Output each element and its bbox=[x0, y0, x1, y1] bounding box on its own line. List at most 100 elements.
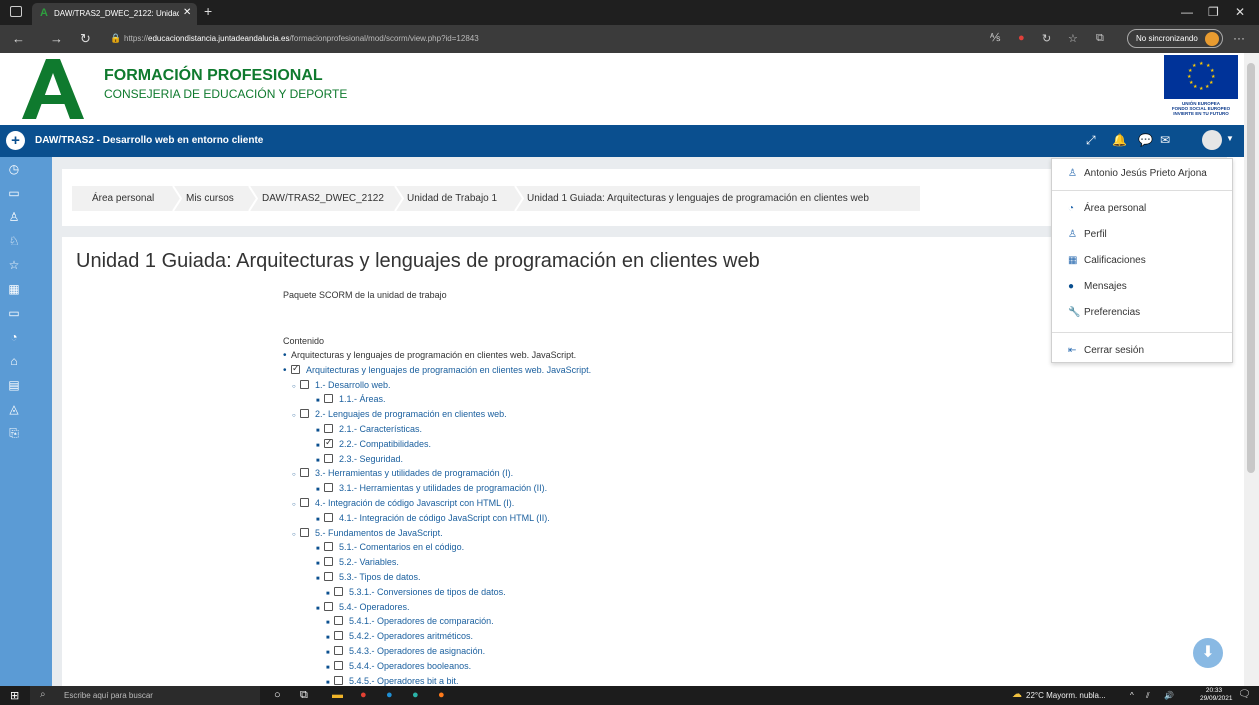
course-title-link[interactable]: DAW/TRAS2 - Desarrollo web en entorno cl… bbox=[35, 135, 263, 146]
reload-icon[interactable]: ↻ bbox=[80, 31, 91, 47]
windows-start-icon[interactable]: ⊞ bbox=[10, 689, 19, 702]
weather-text[interactable]: 22°C Mayorm. nubla... bbox=[1026, 691, 1106, 700]
volume-icon[interactable]: 🔊 bbox=[1164, 691, 1174, 700]
toc-item-label[interactable]: 5.2.- Variables. bbox=[339, 557, 399, 567]
toc-item-label[interactable]: 5.4.5.- Operadores bit a bit. bbox=[349, 676, 459, 686]
home-icon[interactable]: ⌂ bbox=[7, 354, 21, 368]
taskbar-search-input[interactable]: ⌕ Escribe aquí para buscar bbox=[30, 686, 260, 705]
close-tab-icon[interactable]: ✕ bbox=[183, 7, 191, 18]
toc-item-label[interactable]: 5.1.- Comentarios en el código. bbox=[339, 542, 464, 552]
close-window-icon[interactable]: ✕ bbox=[1235, 5, 1245, 19]
favorites-icon[interactable]: ☆ bbox=[1068, 32, 1078, 45]
files-icon[interactable]: ⎘ bbox=[7, 426, 21, 440]
collections-icon[interactable]: ⧉ bbox=[1096, 32, 1104, 45]
chrome-icon[interactable]: ● bbox=[360, 689, 367, 701]
scrollbar-thumb[interactable] bbox=[1247, 63, 1255, 473]
toc-item[interactable]: ■ 5.1.- Comentarios en el código. bbox=[316, 541, 464, 555]
page-scrollbar[interactable] bbox=[1244, 53, 1259, 686]
scroll-down-button[interactable]: ⬇ bbox=[1193, 638, 1223, 668]
toc-item[interactable]: ■ 1.1.- Áreas. bbox=[316, 393, 386, 407]
menu-item-calificaciones[interactable]: ▦ Calificaciones bbox=[1068, 255, 1146, 266]
toc-item-label[interactable]: 2.3.- Seguridad. bbox=[339, 454, 403, 464]
drawer-toggle-button[interactable]: + bbox=[6, 131, 25, 150]
user-avatar[interactable] bbox=[1202, 130, 1222, 150]
badges-icon[interactable]: ☆ bbox=[7, 258, 21, 272]
menu-item-perfil[interactable]: ♙ Perfil bbox=[1068, 229, 1107, 240]
menu-item-preferencias[interactable]: 🔧 Preferencias bbox=[1068, 307, 1140, 318]
toc-item-label[interactable]: 4.1.- Integración de código JavaScript c… bbox=[339, 513, 550, 523]
notifications-icon[interactable]: 🔔 bbox=[1112, 133, 1127, 147]
toc-item-label[interactable]: 5.3.1.- Conversiones de tipos de datos. bbox=[349, 587, 506, 597]
firefox-icon[interactable]: ● bbox=[438, 689, 445, 701]
toc-item[interactable]: ■ 5.2.- Variables. bbox=[316, 556, 399, 570]
fullscreen-icon[interactable]: ⤢ bbox=[1086, 133, 1096, 148]
breadcrumb-mis-cursos[interactable]: Mis cursos bbox=[186, 193, 234, 204]
restore-icon[interactable]: ❐ bbox=[1208, 5, 1219, 19]
toc-item-label[interactable]: 2.1.- Características. bbox=[339, 424, 422, 434]
url-input[interactable]: 🔒 https://educaciondistancia.juntadeanda… bbox=[110, 30, 980, 48]
toc-item[interactable]: ○ 5.- Fundamentos de JavaScript. bbox=[292, 527, 443, 541]
menu-user-name[interactable]: ♙ Antonio Jesús Prieto Arjona bbox=[1068, 168, 1207, 179]
workspaces-icon[interactable] bbox=[10, 6, 22, 17]
messages-icon[interactable]: ✉ bbox=[1160, 133, 1170, 147]
toc-item-label[interactable]: 5.4.- Operadores. bbox=[339, 602, 410, 612]
back-icon[interactable]: ← bbox=[12, 31, 25, 46]
taskbar-clock[interactable]: 20:33 29/09/2021 bbox=[1200, 687, 1233, 703]
new-tab-icon[interactable]: + bbox=[204, 3, 212, 19]
toc-item[interactable]: ■ 5.3.1.- Conversiones de tipos de datos. bbox=[326, 586, 506, 600]
edge-icon[interactable]: ● bbox=[412, 689, 419, 701]
breadcrumb-course[interactable]: DAW/TRAS2_DWEC_2122 bbox=[262, 193, 384, 204]
toc-item-label[interactable]: 5.4.1.- Operadores de comparación. bbox=[349, 616, 494, 626]
junta-logo[interactable] bbox=[22, 59, 84, 119]
notification-center-icon[interactable]: 🗨 bbox=[1238, 689, 1251, 700]
more-menu-icon[interactable]: ··· bbox=[1233, 31, 1245, 45]
read-aloud-icon[interactable]: ⅍ bbox=[990, 32, 1000, 44]
toc-item-label[interactable]: 3.1.- Herramientas y utilidades de progr… bbox=[339, 483, 547, 493]
toc-item[interactable]: ■ 5.4.- Operadores. bbox=[316, 601, 410, 615]
toc-item[interactable]: ■ 2.3.- Seguridad. bbox=[316, 453, 403, 467]
chat-icon[interactable]: 💬 bbox=[1138, 133, 1153, 147]
toc-item[interactable]: ■ 5.4.1.- Operadores de comparación. bbox=[326, 615, 494, 629]
toc-item[interactable]: ■ 5.4.3.- Operadores de asignación. bbox=[326, 645, 485, 659]
toc-item[interactable]: ■ 5.4.4.- Operadores booleanos. bbox=[326, 660, 471, 674]
recent-icon[interactable]: ◷ bbox=[7, 162, 21, 176]
toc-item[interactable]: ■ 2.2.- Compatibilidades. bbox=[316, 436, 431, 452]
browser-tab[interactable]: A DAW/TRAS2_DWEC_2122: Unidad 1 Guiada: … bbox=[32, 3, 197, 25]
folder-icon[interactable]: ▭ bbox=[7, 186, 21, 200]
sync-status-button[interactable]: No sincronizando bbox=[1127, 29, 1223, 48]
groups-icon[interactable]: ♘ bbox=[7, 234, 21, 248]
toc-item-label[interactable]: 1.1.- Áreas. bbox=[339, 394, 386, 404]
toc-item-label[interactable]: 5.4.2.- Operadores aritméticos. bbox=[349, 631, 473, 641]
toc-item-label[interactable]: 5.4.4.- Operadores booleanos. bbox=[349, 661, 471, 671]
toc-item-label[interactable]: 2.- Lenguajes de programación en cliente… bbox=[315, 409, 507, 419]
forward-icon[interactable]: → bbox=[50, 31, 63, 46]
refresh-extension-icon[interactable]: ↻ bbox=[1042, 32, 1051, 45]
toc-item[interactable]: ○ 2.- Lenguajes de programación en client… bbox=[292, 408, 507, 422]
breadcrumb-unit[interactable]: Unidad de Trabajo 1 bbox=[407, 193, 497, 204]
calendar-icon[interactable]: ▤ bbox=[7, 378, 21, 392]
toc-item-label[interactable]: 5.- Fundamentos de JavaScript. bbox=[315, 528, 443, 538]
toc-item-label[interactable]: 5.3.- Tipos de datos. bbox=[339, 572, 421, 582]
minimize-icon[interactable]: — bbox=[1181, 5, 1193, 19]
network-icon[interactable]: ⫽ bbox=[1146, 691, 1150, 701]
courses-icon[interactable]: ◬ bbox=[7, 402, 21, 416]
toc-item[interactable]: ■ 5.4.2.- Operadores aritméticos. bbox=[326, 630, 473, 644]
toc-item[interactable]: ■ 5.3.- Tipos de datos. bbox=[316, 571, 421, 585]
menu-item-mensajes[interactable]: ● Mensajes bbox=[1068, 281, 1127, 292]
user-menu-caret-icon[interactable]: ▼ bbox=[1226, 134, 1234, 143]
toc-item-label[interactable]: 3.- Herramientas y utilidades de program… bbox=[315, 468, 513, 478]
skype-icon[interactable]: ● bbox=[386, 689, 393, 701]
menu-item-logout[interactable]: ⇤ Cerrar sesión bbox=[1068, 345, 1144, 356]
breadcrumb-area-personal[interactable]: Área personal bbox=[92, 193, 154, 204]
toc-item-label[interactable]: 2.2.- Compatibilidades. bbox=[339, 439, 431, 449]
toc-item[interactable]: • Arquitecturas y lenguajes de programaci… bbox=[283, 362, 591, 377]
toc-item[interactable]: ■ 4.1.- Integración de código JavaScript … bbox=[316, 512, 550, 526]
toc-item[interactable]: ■ 3.1.- Herramientas y utilidades de prog… bbox=[316, 482, 547, 496]
extension-icon[interactable]: ● bbox=[1018, 32, 1025, 44]
cortana-icon[interactable]: ○ bbox=[274, 689, 281, 701]
toc-item-label[interactable]: 4.- Integración de código Javascript con… bbox=[315, 498, 514, 508]
menu-item-area-personal[interactable]: ◔ Área personal bbox=[1068, 203, 1146, 214]
toc-item-label[interactable]: Arquitecturas y lenguajes de programació… bbox=[306, 365, 591, 375]
toc-item[interactable]: ○ 3.- Herramientas y utilidades de progra… bbox=[292, 467, 513, 481]
toc-item-label[interactable]: 5.4.3.- Operadores de asignación. bbox=[349, 646, 485, 656]
